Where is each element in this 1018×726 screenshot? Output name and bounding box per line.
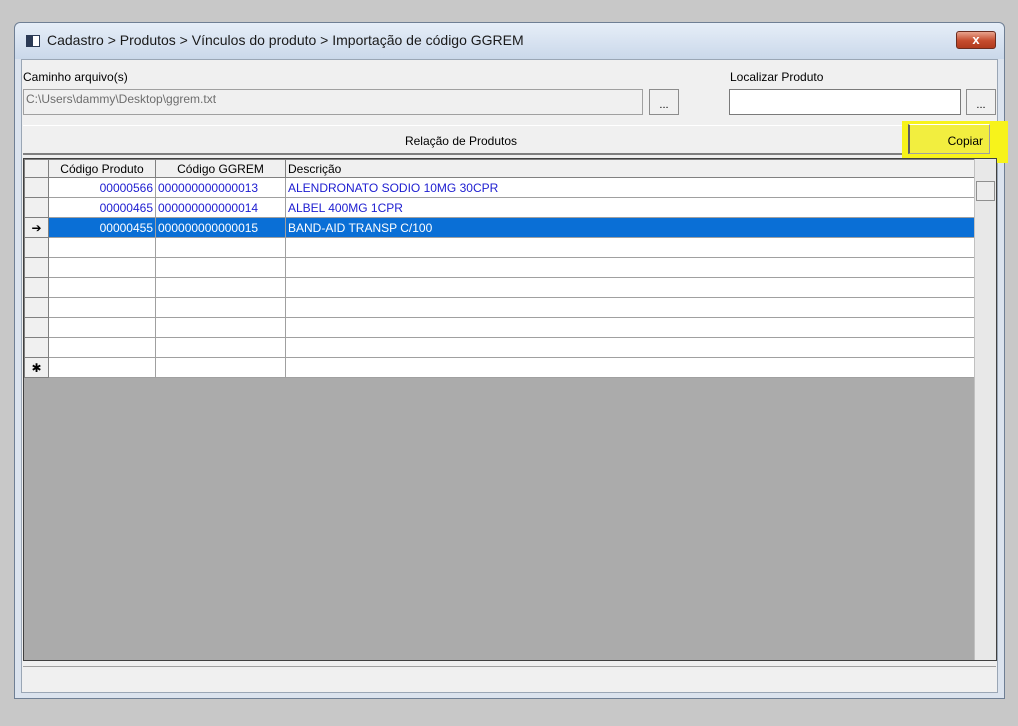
import-ggrem-window: Cadastro > Produtos > Vínculos do produt… xyxy=(14,22,1008,699)
grid-vertical-scrollbar[interactable] xyxy=(974,159,996,660)
new-row-asterisk-icon[interactable]: ✱ xyxy=(24,357,49,378)
row-selector[interactable] xyxy=(24,177,49,198)
column-header-descricao[interactable]: Descrição xyxy=(285,159,978,178)
row-selector[interactable] xyxy=(24,297,49,318)
empty-row[interactable] xyxy=(24,257,978,278)
empty-row[interactable] xyxy=(24,297,978,318)
copy-button[interactable]: Copiar xyxy=(908,124,990,154)
descricao-cell[interactable]: BAND-AID TRANSP C/100 xyxy=(285,217,978,238)
descricao-cell[interactable]: ALENDRONATO SODIO 10MG 30CPR xyxy=(285,177,978,198)
window-client-area: Caminho arquivo(s) C:\Users\dammy\Deskto… xyxy=(21,59,1008,693)
codigo-ggrem-cell[interactable]: 000000000000013 xyxy=(155,177,286,198)
empty-cell[interactable] xyxy=(155,297,286,318)
column-header-codigo-produto[interactable]: Código Produto xyxy=(48,159,156,178)
empty-cell[interactable] xyxy=(48,317,156,338)
browse-file-button[interactable]: ... xyxy=(649,89,679,115)
file-path-label: Caminho arquivo(s) xyxy=(23,70,128,84)
close-button[interactable]: x xyxy=(956,31,996,49)
row-selector-header xyxy=(24,159,49,178)
empty-cell[interactable] xyxy=(285,337,978,358)
codigo-ggrem-cell[interactable]: 000000000000014 xyxy=(155,197,286,218)
empty-cell[interactable] xyxy=(155,237,286,258)
table-row-selected[interactable]: ➔ 00000455 000000000000015 BAND-AID TRAN… xyxy=(24,217,978,238)
empty-cell[interactable] xyxy=(285,257,978,278)
current-row-pointer-icon[interactable]: ➔ xyxy=(24,217,49,238)
app-window-icon xyxy=(26,35,40,47)
codigo-produto-cell[interactable]: 00000566 xyxy=(48,177,156,198)
row-selector[interactable] xyxy=(24,337,49,358)
codigo-ggrem-cell[interactable]: 000000000000015 xyxy=(155,217,286,238)
row-selector[interactable] xyxy=(24,317,49,338)
find-product-label: Localizar Produto xyxy=(730,70,824,84)
row-selector[interactable] xyxy=(24,277,49,298)
empty-cell[interactable] xyxy=(48,297,156,318)
empty-cell[interactable] xyxy=(285,237,978,258)
empty-cell[interactable] xyxy=(155,337,286,358)
empty-cell[interactable] xyxy=(155,257,286,278)
empty-cell[interactable] xyxy=(155,357,286,378)
empty-cell[interactable] xyxy=(285,297,978,318)
products-grid[interactable]: Código Produto Código GGREM Descrição 00… xyxy=(23,158,997,661)
scrollbar-thumb[interactable] xyxy=(976,181,995,201)
title-bar[interactable]: Cadastro > Produtos > Vínculos do produt… xyxy=(15,23,1004,59)
codigo-produto-cell[interactable]: 00000455 xyxy=(48,217,156,238)
empty-cell[interactable] xyxy=(285,357,978,378)
descricao-cell[interactable]: ALBEL 400MG 1CPR xyxy=(285,197,978,218)
empty-row[interactable] xyxy=(24,277,978,298)
empty-cell[interactable] xyxy=(285,317,978,338)
empty-row[interactable] xyxy=(24,337,978,358)
empty-cell[interactable] xyxy=(285,277,978,298)
row-selector[interactable] xyxy=(24,257,49,278)
codigo-produto-cell[interactable]: 00000465 xyxy=(48,197,156,218)
find-product-button[interactable]: ... xyxy=(966,89,996,115)
table-row[interactable]: 00000566 000000000000013 ALENDRONATO SOD… xyxy=(24,177,978,198)
empty-cell[interactable] xyxy=(48,257,156,278)
empty-row[interactable] xyxy=(24,237,978,258)
empty-cell[interactable] xyxy=(48,357,156,378)
grid-header-row: Código Produto Código GGREM Descrição xyxy=(24,159,978,178)
row-selector[interactable] xyxy=(24,237,49,258)
empty-cell[interactable] xyxy=(155,277,286,298)
empty-cell[interactable] xyxy=(48,277,156,298)
column-header-codigo-ggrem[interactable]: Código GGREM xyxy=(155,159,286,178)
empty-cell[interactable] xyxy=(155,317,286,338)
products-table: Código Produto Código GGREM Descrição 00… xyxy=(24,159,978,378)
empty-row[interactable] xyxy=(24,317,978,338)
row-selector[interactable] xyxy=(24,197,49,218)
find-product-field[interactable] xyxy=(729,89,961,115)
status-bar xyxy=(23,666,996,690)
section-title: Relação de Produtos xyxy=(404,134,518,148)
file-path-field[interactable]: C:\Users\dammy\Desktop\ggrem.txt xyxy=(23,89,643,115)
new-row[interactable]: ✱ xyxy=(24,357,978,378)
table-row[interactable]: 00000465 000000000000014 ALBEL 400MG 1CP… xyxy=(24,197,978,218)
window-title: Cadastro > Produtos > Vínculos do produt… xyxy=(47,32,524,48)
products-section-header: Relação de Produtos xyxy=(23,125,996,155)
empty-cell[interactable] xyxy=(48,237,156,258)
empty-cell[interactable] xyxy=(48,337,156,358)
